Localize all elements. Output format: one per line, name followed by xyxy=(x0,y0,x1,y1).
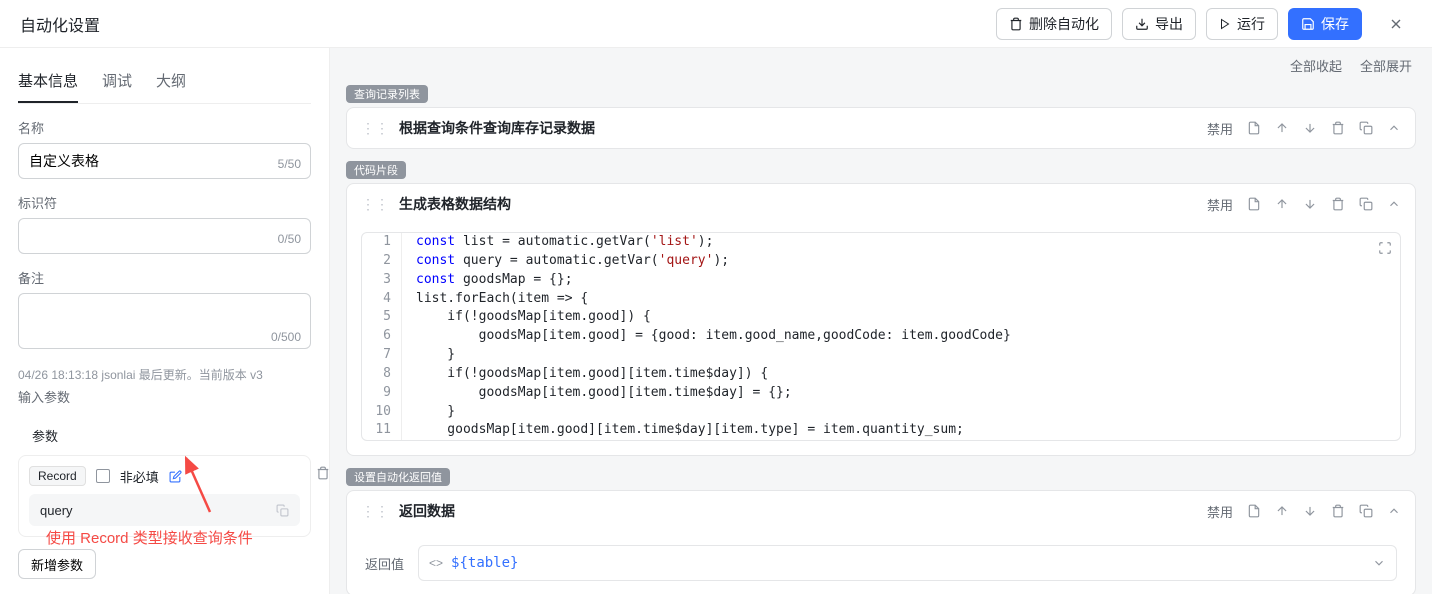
step-2-title: 生成表格数据结构 xyxy=(399,194,511,214)
move-down-icon[interactable] xyxy=(1303,504,1317,518)
tab-basic-info[interactable]: 基本信息 xyxy=(18,60,78,103)
header: 自动化设置 删除自动化 导出 运行 保存 xyxy=(0,0,1432,48)
input-params-label: 输入参数 xyxy=(18,387,311,406)
copy-step-icon[interactable] xyxy=(1359,197,1373,211)
tab-outline[interactable]: 大纲 xyxy=(156,60,186,103)
sidebar-tabs: 基本信息 调试 大纲 xyxy=(18,60,311,104)
param-optional-checkbox[interactable] xyxy=(96,469,110,483)
copy-step-icon[interactable] xyxy=(1359,504,1373,518)
delete-step-icon[interactable] xyxy=(1331,197,1345,211)
identifier-field-wrap: 标识符 0/50 xyxy=(18,193,311,254)
trash-icon xyxy=(1009,17,1023,31)
step-2-actions: 禁用 xyxy=(1207,195,1401,214)
copy-step-icon[interactable] xyxy=(1359,121,1373,135)
move-up-icon[interactable] xyxy=(1275,197,1289,211)
chevron-down-icon[interactable] xyxy=(1372,556,1386,570)
fullscreen-icon[interactable] xyxy=(1378,241,1392,255)
move-up-icon[interactable] xyxy=(1275,504,1289,518)
move-down-icon[interactable] xyxy=(1303,197,1317,211)
doc-icon[interactable] xyxy=(1247,504,1261,518)
param-name-input[interactable]: query xyxy=(29,494,300,526)
remark-field-wrap: 备注 0/500 xyxy=(18,268,311,352)
code-icon: <> xyxy=(429,556,443,570)
param-optional-label: 非必填 xyxy=(120,467,159,486)
step-tag-1: 查询记录列表 xyxy=(346,85,428,103)
disable-button[interactable]: 禁用 xyxy=(1207,195,1233,214)
export-icon xyxy=(1135,17,1149,31)
step-1-title: 根据查询条件查询库存记录数据 xyxy=(399,118,595,138)
drag-handle-icon[interactable]: ⋮⋮ xyxy=(361,503,389,520)
step-3-actions: 禁用 xyxy=(1207,502,1401,521)
param-type-tag[interactable]: Record xyxy=(29,466,86,486)
delete-step-icon[interactable] xyxy=(1331,121,1345,135)
drag-handle-icon[interactable]: ⋮⋮ xyxy=(361,196,389,213)
main-topbar: 全部收起 全部展开 xyxy=(346,48,1416,85)
step-tag-3: 设置自动化返回值 xyxy=(346,468,450,486)
collapse-icon[interactable] xyxy=(1387,121,1401,135)
expand-all-button[interactable]: 全部展开 xyxy=(1360,56,1412,75)
remark-label: 备注 xyxy=(18,268,311,287)
copy-icon[interactable] xyxy=(276,504,289,517)
collapse-all-button[interactable]: 全部收起 xyxy=(1290,56,1342,75)
delete-param-icon[interactable] xyxy=(316,466,330,480)
identifier-char-count: 0/50 xyxy=(278,232,301,246)
annotation-text: 使用 Record 类型接收查询条件 xyxy=(46,527,253,548)
save-button[interactable]: 保存 xyxy=(1288,8,1362,40)
identifier-label: 标识符 xyxy=(18,193,311,212)
identifier-input[interactable] xyxy=(18,218,311,254)
play-icon xyxy=(1219,18,1231,30)
step-card-3: ⋮⋮ 返回数据 禁用 返回值 <> ${table} xyxy=(346,490,1416,594)
step-tag-2: 代码片段 xyxy=(346,161,406,179)
return-value-text: ${table} xyxy=(451,555,1364,571)
export-button[interactable]: 导出 xyxy=(1122,8,1196,40)
code-editor[interactable]: 1const list = automatic.getVar('list'); … xyxy=(361,232,1401,441)
edit-icon[interactable] xyxy=(169,470,182,483)
tab-debug[interactable]: 调试 xyxy=(102,60,132,103)
delete-automation-button[interactable]: 删除自动化 xyxy=(996,8,1112,40)
header-actions: 删除自动化 导出 运行 保存 xyxy=(996,8,1412,40)
add-param-button[interactable]: 新增参数 xyxy=(18,549,96,579)
remark-input[interactable] xyxy=(18,293,311,349)
delete-step-icon[interactable] xyxy=(1331,504,1345,518)
step-card-2: ⋮⋮ 生成表格数据结构 禁用 1con xyxy=(346,183,1416,456)
return-value-field[interactable]: <> ${table} xyxy=(418,545,1397,581)
page-title: 自动化设置 xyxy=(20,12,100,36)
step-3-title: 返回数据 xyxy=(399,501,455,521)
param-column-header: 参数 xyxy=(18,416,311,455)
doc-icon[interactable] xyxy=(1247,197,1261,211)
name-input[interactable] xyxy=(18,143,311,179)
close-icon[interactable] xyxy=(1380,12,1412,36)
sidebar: 基本信息 调试 大纲 名称 5/50 标识符 0/50 备注 0/500 04/… xyxy=(0,48,330,594)
remark-char-count: 0/500 xyxy=(271,330,301,344)
name-label: 名称 xyxy=(18,118,311,137)
doc-icon[interactable] xyxy=(1247,121,1261,135)
move-up-icon[interactable] xyxy=(1275,121,1289,135)
step-1-actions: 禁用 xyxy=(1207,119,1401,138)
name-char-count: 5/50 xyxy=(278,157,301,171)
meta-text: 04/26 18:13:18 jsonlai 最后更新。当前版本 v3 xyxy=(18,366,311,383)
name-field-wrap: 名称 5/50 xyxy=(18,118,311,179)
param-card: Record 非必填 query xyxy=(18,455,311,537)
collapse-icon[interactable] xyxy=(1387,197,1401,211)
collapse-icon[interactable] xyxy=(1387,504,1401,518)
move-down-icon[interactable] xyxy=(1303,121,1317,135)
drag-handle-icon[interactable]: ⋮⋮ xyxy=(361,120,389,137)
disable-button[interactable]: 禁用 xyxy=(1207,119,1233,138)
step-card-1: ⋮⋮ 根据查询条件查询库存记录数据 禁用 xyxy=(346,107,1416,149)
disable-button[interactable]: 禁用 xyxy=(1207,502,1233,521)
main-content: 全部收起 全部展开 查询记录列表 ⋮⋮ 根据查询条件查询库存记录数据 禁用 xyxy=(330,48,1432,594)
save-icon xyxy=(1301,17,1315,31)
return-value-label: 返回值 xyxy=(365,554,404,573)
run-button[interactable]: 运行 xyxy=(1206,8,1278,40)
